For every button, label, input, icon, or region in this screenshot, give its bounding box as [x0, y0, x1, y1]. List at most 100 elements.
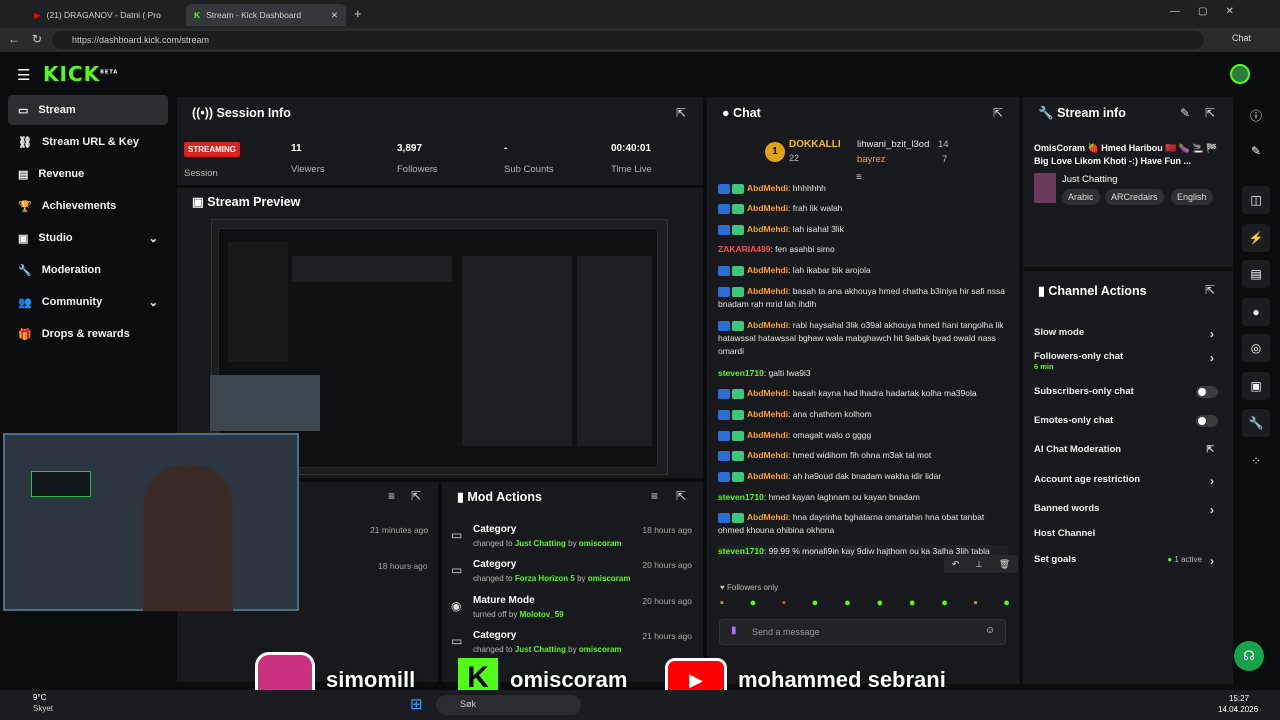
- wrench-icon[interactable]: 🔧: [1242, 409, 1270, 437]
- chevron-down-icon: ⌄: [148, 296, 158, 309]
- sidebar-item-revenue[interactable]: ▤ Revenue: [8, 159, 168, 189]
- close-tab-icon[interactable]: ✕: [331, 10, 338, 21]
- reply-icon: ↶: [951, 558, 960, 569]
- copilot-chat-button[interactable]: Chat: [1232, 33, 1274, 47]
- lightning-icon[interactable]: ⚡: [1242, 224, 1270, 252]
- emoji-icon[interactable]: ☺: [985, 625, 995, 636]
- host-channel-row[interactable]: Host Channel: [1034, 528, 1224, 542]
- chat-message: AbdMehdi: frah lik walah: [718, 202, 1008, 215]
- studio-icon: ▣: [18, 232, 29, 245]
- popout-icon[interactable]: ⇱: [676, 489, 686, 503]
- chevron-right-icon: ›: [1210, 554, 1214, 568]
- broadcast-icon[interactable]: ◎: [1242, 334, 1270, 362]
- account-age-row[interactable]: Account age restriction ›: [1034, 474, 1224, 488]
- event-time: 21 minutes ago: [370, 525, 429, 535]
- popout-icon[interactable]: ⇱: [411, 489, 421, 503]
- stream-icon: ▭: [18, 104, 29, 117]
- tab-label: Stream - Kick Dashboard: [206, 10, 302, 20]
- message-actions[interactable]: ↶ ⊥ 🗑: [944, 555, 1018, 573]
- windows-start-icon[interactable]: ⊞: [410, 695, 423, 713]
- menu-icon[interactable]: ☰: [17, 66, 30, 84]
- edit-icon[interactable]: ✎: [1180, 106, 1190, 120]
- gifter-3-count: 7: [942, 154, 948, 165]
- chevron-right-icon: ›: [1210, 503, 1214, 517]
- browser-tab-youtube[interactable]: ▶ (21) DRAGANOV - Datni ( Pro: [26, 4, 184, 26]
- delete-icon: 🗑: [998, 558, 1011, 569]
- event-time: 18 hours ago: [378, 561, 428, 571]
- chat-message: AbdMehdi: omagalt walo o gggg: [718, 429, 1008, 442]
- sidebar-item-drops[interactable]: 🎁 Drops & rewards: [8, 319, 168, 349]
- list-item: ◉ Mature Mode turned off by Molotov_59 2…: [451, 595, 692, 619]
- filter-icon[interactable]: ≡: [388, 489, 395, 503]
- slow-mode-row[interactable]: Slow mode ›: [1034, 327, 1224, 341]
- category-name: Just Chatting: [1062, 174, 1118, 185]
- new-tab-button[interactable]: +: [354, 6, 362, 21]
- layers-icon[interactable]: ▣: [1242, 372, 1270, 400]
- chat-message: AbdMehdi: ah ha9oud dak bnadam wakha idi…: [718, 470, 1008, 483]
- gifter-3-name: bayrez: [857, 154, 886, 165]
- subscribers-only-row[interactable]: Subscribers-only chat: [1034, 386, 1224, 400]
- tag: ARCredairs: [1105, 189, 1164, 205]
- set-goals-row[interactable]: Set goals ● 1 active ›: [1034, 554, 1224, 568]
- stream-info-title: 🔧 Stream info: [1038, 106, 1126, 120]
- support-icon[interactable]: ☊: [1234, 641, 1264, 671]
- sidebar-item-achievements[interactable]: 🏆 Achievements: [8, 191, 168, 221]
- community-icon: 👥: [18, 296, 32, 309]
- browser-tab-kick[interactable]: K Stream - Kick Dashboard ✕: [186, 4, 346, 26]
- list-item: ▭ Category changed to Forza Horizon 5 by…: [451, 559, 692, 583]
- category-thumbnail: [1034, 173, 1056, 203]
- popout-icon[interactable]: ⇱: [1205, 283, 1215, 297]
- mic-icon[interactable]: ▮: [731, 625, 737, 636]
- back-icon[interactable]: ←: [8, 32, 20, 46]
- avatar[interactable]: [1230, 64, 1250, 84]
- chat-message: AbdMehdi: rabi haysahal 3lik o39al akhou…: [718, 320, 1004, 356]
- window-controls[interactable]: —▢✕: [1170, 6, 1252, 17]
- document-icon[interactable]: ▤: [1242, 260, 1270, 288]
- popout-icon[interactable]: ⇱: [676, 106, 686, 120]
- sidebar-item-stream-url-key[interactable]: ⛓ Stream URL & Key: [8, 127, 168, 157]
- kick-favicon-icon: K: [194, 10, 201, 20]
- followers-only-row[interactable]: Followers-only chat 6 min ›: [1034, 351, 1224, 373]
- kick-logo[interactable]: KICKBETA: [43, 62, 118, 86]
- sidebar-item-stream[interactable]: ▭ Stream: [8, 95, 168, 125]
- camera-icon[interactable]: ◫: [1242, 186, 1270, 214]
- community-icon[interactable]: ⁘: [1242, 447, 1270, 475]
- chat-message: AbdMehdi: ana chathom kolhom: [718, 408, 1008, 421]
- info-icon[interactable]: ⓘ: [1242, 101, 1270, 129]
- mod-actions-title: ▮ Mod Actions: [457, 490, 542, 504]
- reload-icon[interactable]: ↻: [32, 32, 42, 46]
- chat-message: AbdMehdi: hhhhhhh: [718, 182, 1008, 195]
- edit-icon[interactable]: ✎: [1242, 137, 1270, 165]
- pin-icon: ⊥: [975, 558, 983, 569]
- popout-icon[interactable]: ⇱: [1205, 106, 1215, 120]
- stream-preview-title: ▣ Stream Preview: [192, 195, 301, 209]
- list-item: ▭ Category changed to Just Chatting by o…: [451, 524, 692, 548]
- wrench-icon: 🔧: [1038, 106, 1054, 120]
- chat-message: AbdMehdi: lah ikabar bik arojola: [718, 264, 1008, 277]
- sidebar-item-studio[interactable]: ▣ Studio ⌄: [8, 223, 168, 253]
- tag: Arabic: [1062, 189, 1100, 205]
- taskbar-search[interactable]: Søk: [436, 695, 581, 715]
- revenue-icon: ▤: [18, 168, 29, 181]
- wrench-icon: 🔧: [18, 264, 32, 277]
- clock-date: 14.04.2026: [1218, 705, 1259, 714]
- emotes-only-toggle: [1196, 415, 1218, 427]
- subscribers-only-toggle: [1196, 386, 1218, 398]
- trophy-icon: 🏆: [18, 200, 32, 213]
- heart-icon: ♥: [720, 583, 725, 592]
- ai-moderation-row[interactable]: AI Chat Moderation ⇱: [1034, 444, 1224, 458]
- sidebar-item-community[interactable]: 👥 Community ⌄: [8, 287, 168, 317]
- url-field[interactable]: https://dashboard.kick.com/stream: [52, 31, 1204, 49]
- banned-words-row[interactable]: Banned words ›: [1034, 503, 1224, 517]
- followers-value: 3,897: [397, 143, 423, 154]
- sidebar-item-moderation[interactable]: 🔧 Moderation: [8, 255, 168, 285]
- broadcast-icon: ((•)): [192, 106, 214, 120]
- time-live-value: 00:40:01: [611, 143, 652, 154]
- emotes-only-row[interactable]: Emotes-only chat: [1034, 415, 1224, 429]
- followers-only-indicator: ♥ Followers only: [720, 583, 779, 592]
- emote-bar[interactable]: ▪ ● ▪ ● ● ● ● ● ▪ ●: [720, 597, 1010, 613]
- filter-icon[interactable]: ≡: [651, 489, 658, 503]
- chat-icon: ●: [722, 106, 730, 120]
- popout-icon[interactable]: ⇱: [993, 106, 1003, 120]
- chat-icon[interactable]: ●: [1242, 298, 1270, 326]
